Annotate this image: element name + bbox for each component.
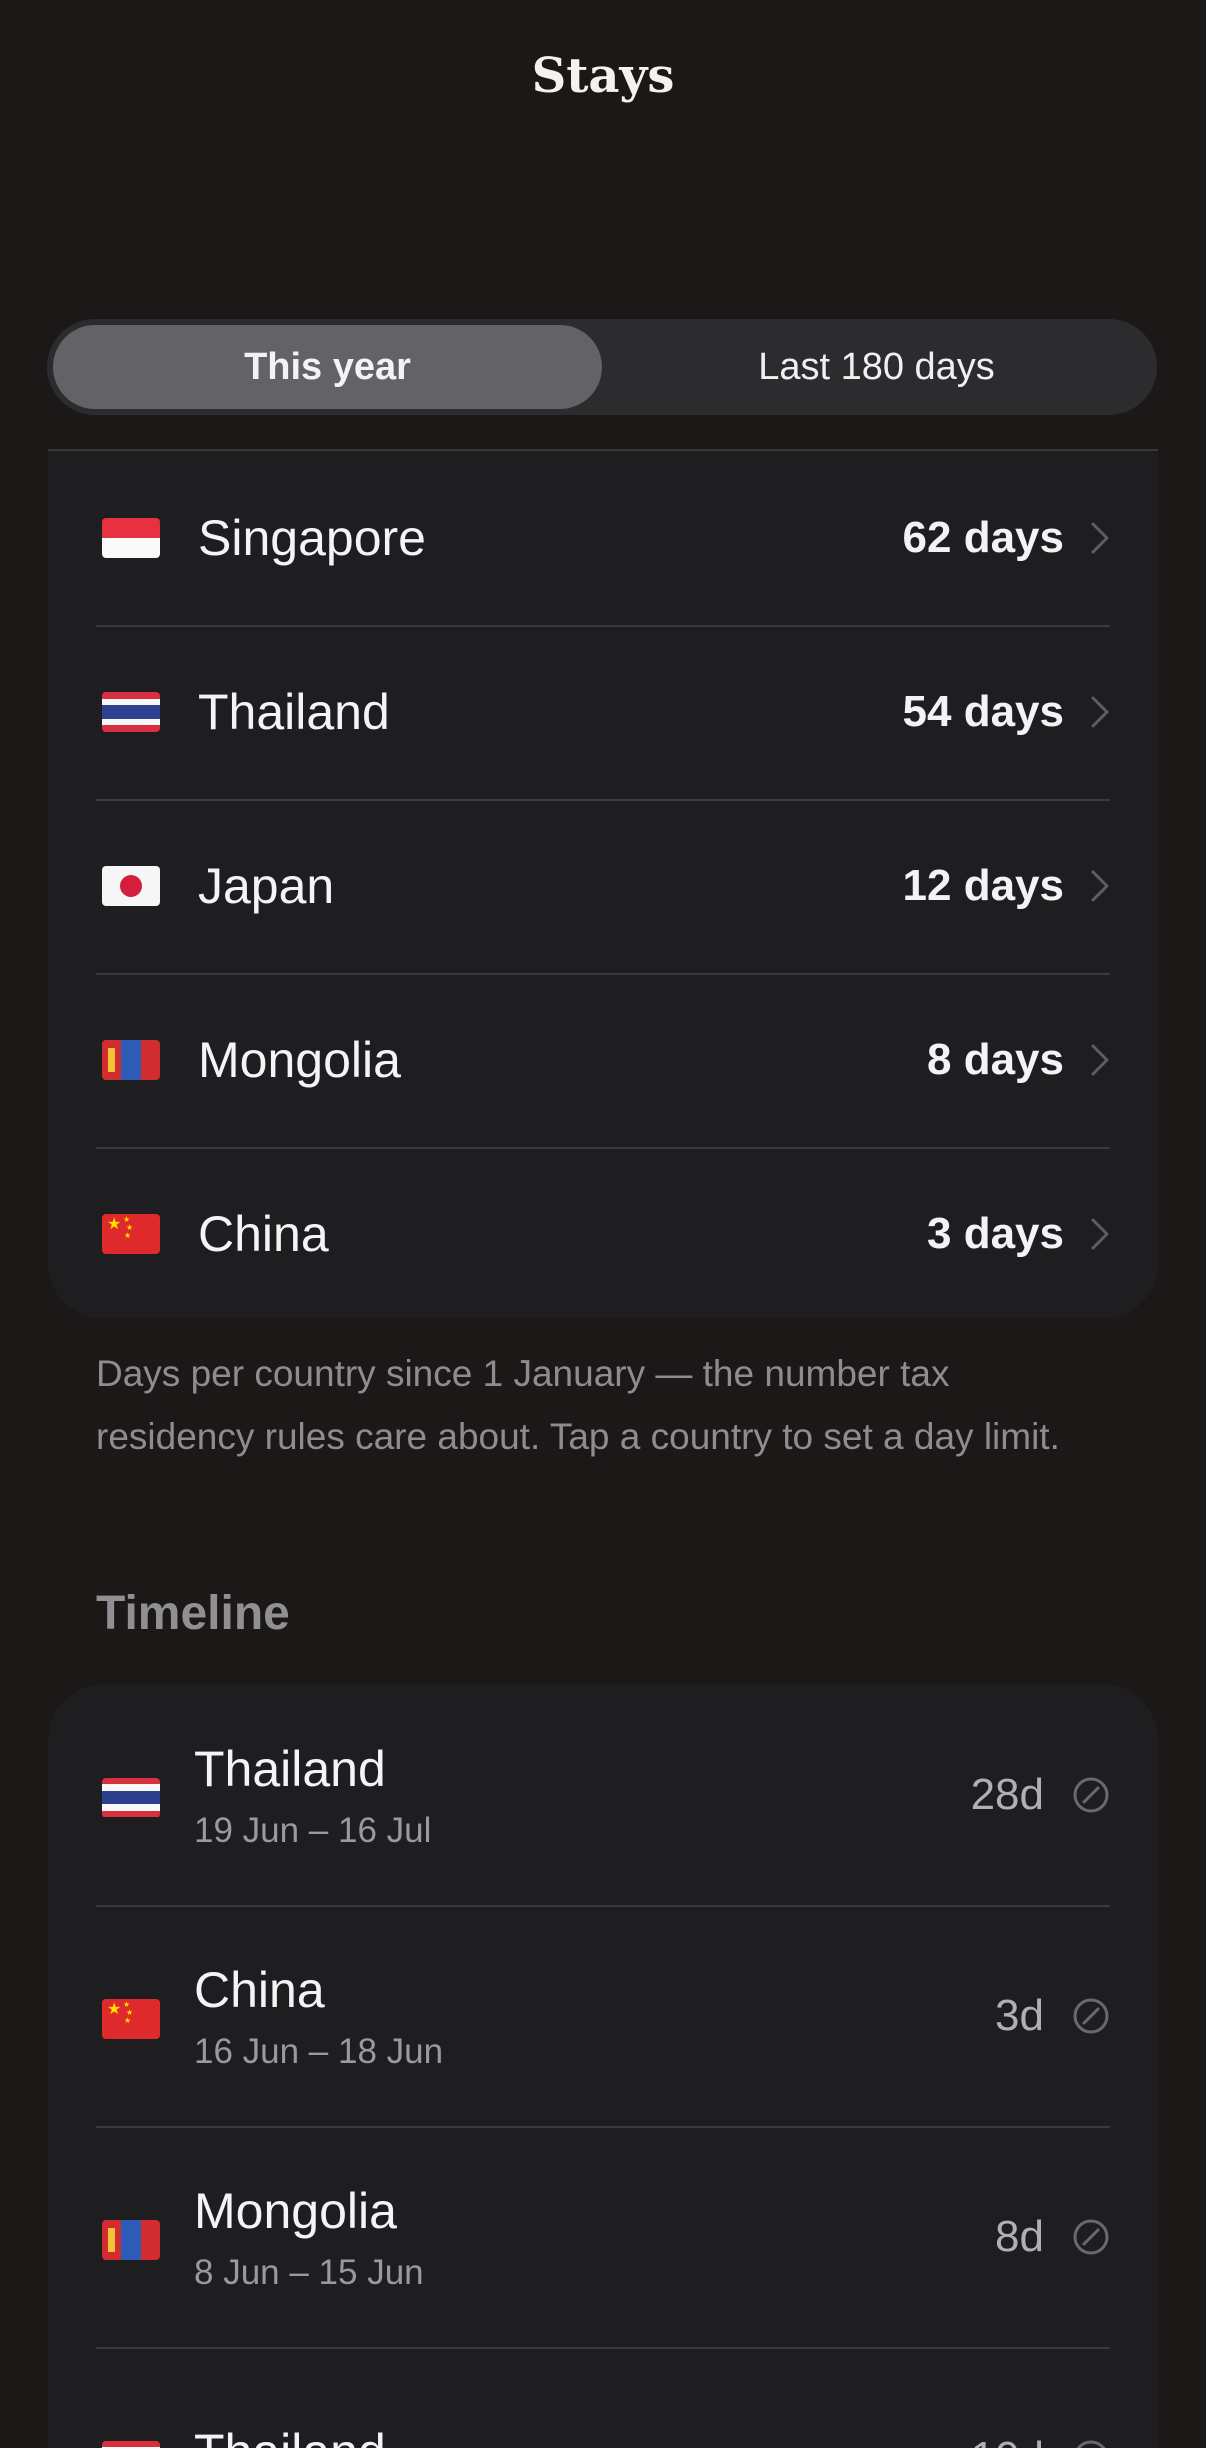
period-segmented-control[interactable]: This year Last 180 days: [47, 319, 1157, 415]
exclude-icon[interactable]: [1072, 1997, 1110, 2035]
country-row-thailand[interactable]: Thailand 54 days: [48, 625, 1158, 799]
chevron-right-icon: [1088, 695, 1112, 729]
exclude-icon[interactable]: [1072, 2218, 1110, 2256]
timeline-dates: 8 Jun – 15 Jun: [194, 2252, 424, 2292]
country-row-mongolia[interactable]: Mongolia 8 days: [48, 973, 1158, 1147]
country-days: 12 days: [902, 861, 1064, 910]
country-days: 54 days: [902, 687, 1064, 736]
stays-screen: Stays This year Last 180 days Singapore …: [0, 0, 1206, 2448]
timeline-dates: 19 Jun – 16 Jul: [194, 1810, 432, 1850]
footnote-text: Days per country since 1 January — the n…: [96, 1353, 1060, 1457]
china-flag-icon: ★ ★ ★ ★: [102, 1214, 160, 1254]
timeline-item[interactable]: Mongolia 8 Jun – 15 Jun 8d: [48, 2126, 1158, 2347]
mongolia-flag-icon: [102, 1040, 160, 1080]
chevron-right-icon: [1088, 1043, 1112, 1077]
timeline-country: Mongolia: [194, 2182, 397, 2239]
exclude-icon[interactable]: [1072, 1776, 1110, 1814]
thailand-flag-icon: [102, 1777, 160, 1818]
exclude-icon[interactable]: [1072, 2439, 1110, 2448]
country-name: Japan: [198, 858, 335, 914]
timeline-heading: Timeline: [96, 1587, 290, 1640]
thailand-flag-icon: [102, 692, 160, 732]
timeline-item[interactable]: Thailand 10d: [48, 2347, 1158, 2448]
chevron-right-icon: [1088, 521, 1112, 555]
chevron-right-icon: [1088, 869, 1112, 903]
country-name: China: [198, 1206, 329, 1262]
segment-this-year[interactable]: This year: [53, 325, 602, 409]
page-title: Stays: [531, 48, 675, 104]
country-days: 8 days: [927, 1035, 1064, 1084]
country-days: 3 days: [927, 1209, 1064, 1258]
timeline-dates: 16 Jun – 18 Jun: [194, 2031, 444, 2071]
timeline-duration: 28d: [970, 1769, 1044, 1819]
china-flag-icon: ★ ★ ★ ★: [102, 1998, 160, 2039]
country-row-japan[interactable]: Japan 12 days: [48, 799, 1158, 973]
chevron-right-icon: [1088, 1217, 1112, 1251]
timeline-duration: 3d: [995, 1990, 1044, 2040]
country-name: Thailand: [198, 684, 390, 740]
singapore-flag-icon: [102, 518, 160, 558]
japan-flag-icon: [102, 866, 160, 906]
timeline-list: Thailand 19 Jun – 16 Jul 28d ★ ★ ★ ★ China …: [48, 1684, 1158, 2448]
country-name: Mongolia: [198, 1032, 401, 1088]
country-name: Singapore: [198, 510, 426, 566]
timeline-country: Thailand: [194, 2422, 971, 2448]
country-list: Singapore 62 days Thailand 54 days Japan…: [48, 449, 1158, 1319]
thailand-flag-icon: [102, 2440, 160, 2448]
segment-last-180-days[interactable]: Last 180 days: [602, 325, 1151, 409]
timeline-country: Thailand: [194, 1740, 386, 1797]
country-days: 62 days: [902, 513, 1064, 562]
timeline-duration: 8d: [995, 2211, 1044, 2261]
timeline-duration: 10d: [971, 2433, 1044, 2448]
timeline-country: China: [194, 1961, 325, 2018]
country-row-singapore[interactable]: Singapore 62 days: [48, 451, 1158, 625]
mongolia-flag-icon: [102, 2219, 160, 2260]
timeline-item[interactable]: Thailand 19 Jun – 16 Jul 28d: [48, 1684, 1158, 1905]
country-row-china[interactable]: ★ ★ ★ ★ China 3 days: [48, 1147, 1158, 1321]
timeline-item[interactable]: ★ ★ ★ ★ China 16 Jun – 18 Jun 3d: [48, 1905, 1158, 2126]
